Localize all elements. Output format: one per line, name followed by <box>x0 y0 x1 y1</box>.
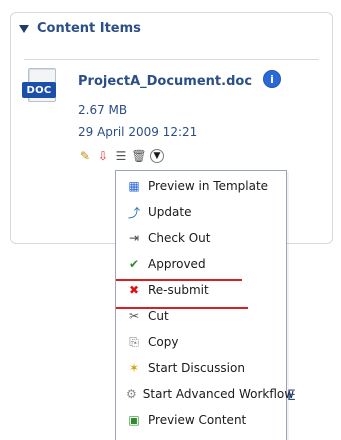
item-toolbar: ✎ ⇩ ☰ 🗑 ▼ <box>78 149 164 163</box>
panel-header[interactable]: Content Items <box>19 21 141 36</box>
menu-item-check-out[interactable]: ⇥ Check Out <box>116 225 286 251</box>
menu-label: Update <box>148 205 192 219</box>
resubmit-icon: ✖ <box>128 283 140 297</box>
menu-item-preview-in-template[interactable]: ▦ Preview in Template <box>116 173 286 199</box>
menu-label: Preview Content <box>148 413 247 427</box>
menu-item-preview-content[interactable]: ▣ Preview Content <box>116 407 286 433</box>
menu-item-start-discussion[interactable]: ✶ Start Discussion <box>116 355 286 381</box>
file-date: 29 April 2009 12:21 <box>78 125 198 139</box>
highlight-underline <box>116 307 248 309</box>
menu-item-update[interactable]: ⤴ Update <box>116 199 286 225</box>
trash-icon[interactable]: 🗑 <box>131 149 146 163</box>
actions-dropdown: ▦ Preview in Template ⤴ Update ⇥ Check O… <box>115 170 294 440</box>
menu-label: Check Out <box>148 231 211 245</box>
menu-label: Preview in Template <box>148 179 269 193</box>
properties-icon[interactable]: ☰ <box>114 149 128 163</box>
update-icon: ⤴ <box>127 205 140 220</box>
check-out-icon: ⇥ <box>128 231 140 245</box>
file-size: 2.67 MB <box>78 103 128 117</box>
doc-badge: DOC <box>22 82 56 98</box>
doc-file-icon[interactable]: DOC <box>22 68 62 104</box>
pencil-icon[interactable]: ✎ <box>78 149 92 163</box>
menu-label: Re-submit <box>148 283 209 297</box>
menu-label: Approved <box>148 257 206 271</box>
cut-off-text: E <box>287 388 296 404</box>
menu-label: Copy <box>148 335 179 349</box>
preview-template-icon: ▦ <box>128 179 140 193</box>
menu-item-start-advanced-workflow[interactable]: ⚙ Start Advanced Workflow <box>116 381 294 407</box>
menu-label: Start Discussion <box>148 361 245 375</box>
copy-icon: ⎘ <box>129 334 139 349</box>
divider <box>24 59 319 60</box>
approved-icon: ✔ <box>128 257 140 271</box>
start-workflow-icon: ⚙ <box>126 387 137 401</box>
menu-item-approved[interactable]: ✔ Approved <box>116 251 286 277</box>
highlight-underline <box>116 279 242 281</box>
menu-label: Start Advanced Workflow <box>142 387 295 401</box>
menu-label: Cut <box>148 309 169 323</box>
menu-toggle-icon[interactable]: ▼ <box>150 149 164 163</box>
collapse-triangle-icon[interactable] <box>19 24 29 33</box>
start-discussion-icon: ✶ <box>128 361 140 375</box>
cut-icon: ✂ <box>128 309 140 323</box>
download-icon[interactable]: ⇩ <box>96 149 110 163</box>
panel-title: Content Items <box>37 21 141 36</box>
info-icon[interactable]: i <box>263 70 281 88</box>
file-name-link[interactable]: ProjectA_Document.doc <box>78 74 252 89</box>
preview-content-icon: ▣ <box>128 413 140 427</box>
menu-item-copy[interactable]: ⎘ Copy <box>116 329 286 355</box>
